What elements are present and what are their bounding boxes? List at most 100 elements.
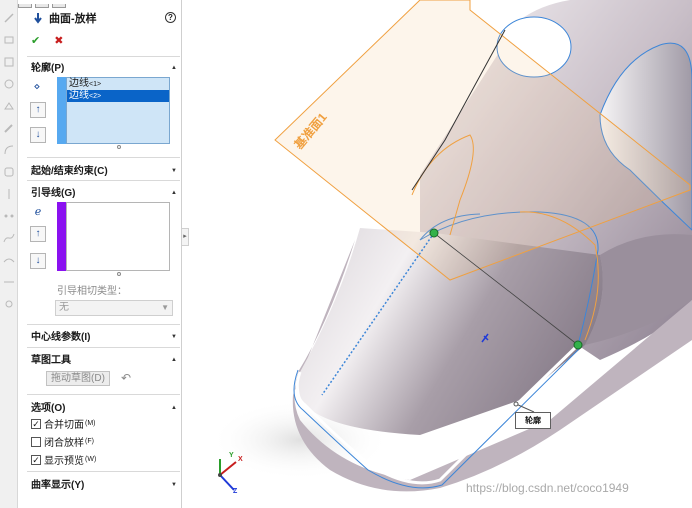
drag-sketch-button[interactable]: 拖动草图(D) [46, 371, 110, 386]
ok-cancel-row: ✔ ✖ [31, 34, 63, 47]
section-centerline-header[interactable]: 中心线参数(I) [31, 327, 179, 343]
surface-icon [3, 258, 15, 263]
select-value: 无 [59, 302, 69, 313]
section-title: 起始/结束约束(C) [31, 165, 108, 177]
view-icon [5, 300, 13, 308]
triad-x-label: X [238, 456, 243, 463]
section-title: 轮廓(P) [31, 62, 65, 74]
watermark-text: https://blog.csdn.net/coco1949 [466, 481, 629, 495]
section-title: 曲率显示(Y) [31, 479, 85, 491]
tab-config-manager[interactable] [52, 4, 66, 8]
divider [27, 394, 180, 395]
profiles-accent-bar [57, 77, 66, 144]
show-preview-checkbox[interactable]: ✓ 显示预览 (W) [31, 453, 97, 467]
fillet-icon [4, 145, 14, 155]
move-down-button[interactable]: ↓ [30, 127, 46, 143]
resize-grip[interactable] [117, 272, 121, 276]
list-item-label: 边线 [69, 78, 89, 89]
list-item[interactable]: 边线<1> [67, 78, 169, 90]
tangency-type-select[interactable]: 无 ▼ [55, 300, 173, 316]
chevron-up-icon[interactable] [171, 186, 177, 196]
shortcut-key: (M) [85, 420, 96, 427]
loft-surface-icon [34, 13, 42, 24]
help-icon[interactable]: ? [165, 12, 176, 23]
callout-anchor [513, 401, 519, 407]
checkbox-label: 合并切面 [44, 420, 84, 431]
section-title: 引导线(G) [31, 187, 76, 199]
shortcut-key: (W) [85, 456, 97, 463]
measure-icon [4, 281, 14, 283]
guide-move-down-button[interactable]: ↓ [30, 253, 46, 269]
section-profiles-header[interactable]: 轮廓(P) [31, 58, 179, 74]
panel-tabs [18, 0, 78, 8]
divider [27, 180, 180, 181]
cube-icon [4, 57, 14, 67]
shortcut-key: (F) [85, 438, 94, 445]
chevron-down-icon[interactable] [171, 330, 177, 340]
extrude-icon [4, 102, 14, 110]
guide-selection-icon: ℯ [34, 206, 42, 218]
sketch-icon [4, 13, 14, 23]
section-title: 选项(O) [31, 402, 66, 414]
cylinder-icon [4, 79, 14, 89]
cancel-button[interactable]: ✖ [54, 34, 63, 47]
section-start-end-header[interactable]: 起始/结束约束(C) [31, 161, 179, 177]
section-options-header[interactable]: 选项(O) [31, 398, 179, 414]
divider [27, 157, 180, 158]
tab-property-manager[interactable] [35, 4, 49, 8]
resize-grip[interactable] [117, 145, 121, 149]
section-title: 中心线参数(I) [31, 331, 91, 343]
model-view[interactable]: 基准面1 [189, 0, 692, 508]
profile-selection-icon: ⋄ [33, 81, 41, 93]
profile-callout[interactable]: 轮廓 [515, 412, 551, 429]
profiles-listbox[interactable]: 边线<1> 边线<2> [66, 77, 170, 144]
merge-tangent-checkbox[interactable]: ✓ 合并切面 (M) [31, 417, 96, 431]
divider [27, 324, 180, 325]
section-curvature-header[interactable]: 曲率显示(Y) [31, 475, 179, 491]
checkbox-box[interactable]: ✓ [31, 418, 41, 429]
divider [27, 56, 180, 57]
plane-icon [4, 36, 14, 44]
section-sketch-tools-header[interactable]: 草图工具 [31, 350, 179, 366]
graphics-viewport[interactable]: 基准面1 Y X Z [189, 0, 692, 508]
chevron-down-icon[interactable] [171, 164, 177, 174]
connector-point[interactable] [573, 340, 583, 350]
checkbox-box[interactable]: ✓ [31, 454, 41, 465]
undo-icon[interactable]: ↶ [121, 371, 135, 385]
triad-y-label: Y [229, 452, 234, 459]
checkbox-box[interactable] [31, 436, 41, 447]
curve-icon [3, 233, 15, 243]
pencil-icon [4, 124, 13, 133]
list-item[interactable]: 边线<2> [67, 90, 169, 102]
mirror-icon [8, 189, 10, 199]
triad-z-label: Z [233, 488, 238, 495]
checkbox-label: 显示预览 [44, 456, 84, 467]
close-loft-checkbox[interactable]: 闭合放样 (F) [31, 435, 94, 449]
chevron-up-icon[interactable] [171, 61, 177, 71]
axis-triad [218, 459, 237, 491]
chevron-down-icon: ▼ [161, 303, 169, 312]
list-item-suffix: <1> [89, 81, 102, 88]
tab-feature-manager[interactable] [18, 4, 32, 8]
connector-point[interactable] [429, 228, 439, 238]
divider [27, 347, 180, 348]
feature-title: 曲面-放样 [49, 13, 97, 25]
section-guides-header[interactable]: 引导线(G) [31, 183, 179, 199]
divider [27, 471, 180, 472]
guide-move-up-button[interactable]: ↑ [30, 226, 46, 242]
shell-icon [4, 167, 14, 177]
move-up-button[interactable]: ↑ [30, 102, 46, 118]
checkbox-label: 闭合放样 [44, 438, 84, 449]
panel-collapse-handle[interactable]: ▸ [182, 228, 189, 246]
ok-button[interactable]: ✔ [31, 34, 40, 47]
chevron-down-icon[interactable] [171, 478, 177, 488]
feature-title-row: 曲面-放样 ? [33, 10, 178, 26]
chevron-up-icon[interactable] [171, 401, 177, 411]
guides-accent-bar [57, 202, 66, 271]
pattern-icon [4, 214, 14, 218]
tangency-type-label: 引导相切类型： [57, 286, 127, 297]
guides-listbox[interactable] [66, 202, 170, 271]
section-title: 草图工具 [31, 354, 71, 366]
chevron-up-icon[interactable] [171, 353, 177, 363]
list-item-suffix: <2> [89, 93, 102, 100]
